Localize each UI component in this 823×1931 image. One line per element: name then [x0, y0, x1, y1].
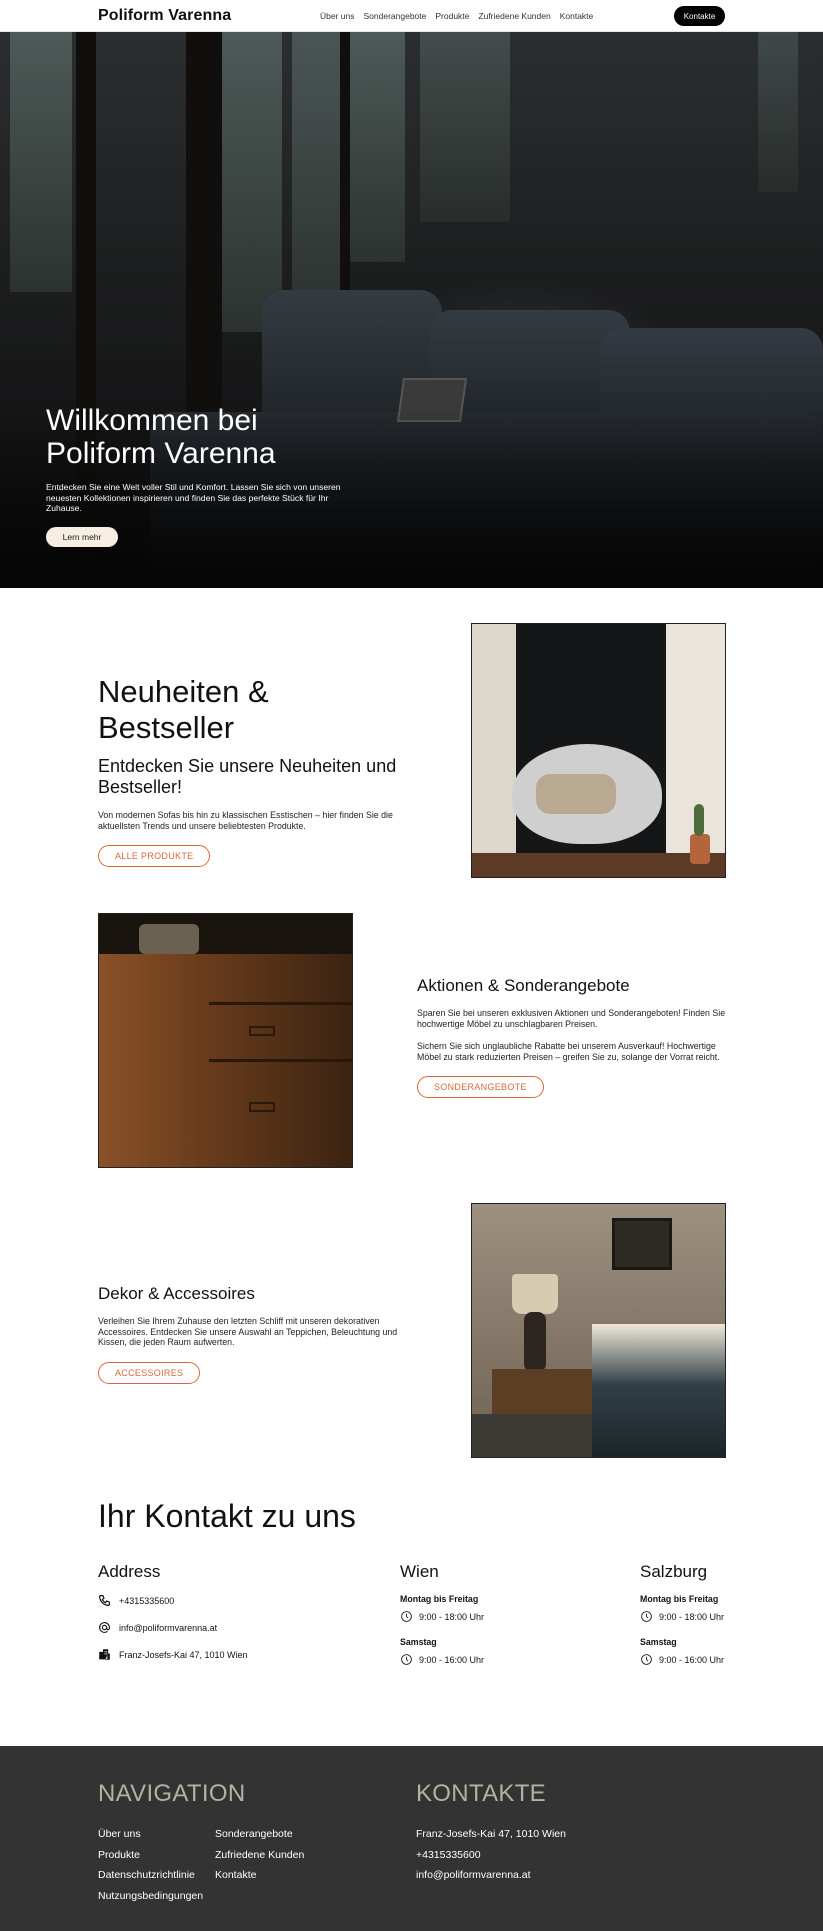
sale-text: Aktionen & Sonderangebote Sparen Sie bei…: [417, 976, 727, 1098]
new-products-text-body: Von modernen Sofas bis hin zu klassische…: [98, 810, 393, 831]
armchair-image: [471, 623, 726, 878]
footer-link-sonderangebote[interactable]: Sonderangebote: [215, 1828, 293, 1840]
bedroom-image: [471, 1203, 726, 1458]
footer-contact-heading: KONTAKTE: [416, 1780, 546, 1807]
building-icon: [99, 1649, 110, 1660]
hero-title-line-2: Poliform Varenna: [46, 437, 276, 470]
wien-saturday-hours: 9:00 - 16:00 Uhr: [419, 1654, 485, 1665]
salzburg-column: Salzburg Montag bis Freitag 9:00 - 18:00…: [640, 1562, 724, 1680]
clock-icon: [401, 1654, 412, 1665]
footer-link-ueber-uns[interactable]: Über uns: [98, 1828, 141, 1840]
salzburg-weekday-label: Montag bis Freitag: [640, 1594, 719, 1604]
wien-weekday-hours: 9:00 - 18:00 Uhr: [419, 1611, 485, 1622]
phone-icon: [99, 1595, 110, 1606]
clock-icon: [401, 1611, 412, 1622]
new-products-subtitle: Entdecken Sie unsere Neuheiten und Bests…: [98, 756, 397, 797]
contact-section: Ihr Kontakt zu uns Address +4315335600 i…: [0, 1458, 823, 1746]
special-offers-button[interactable]: SONDERANGEBOTE: [417, 1076, 544, 1098]
main-nav: Über uns Sonderangebote Produkte Zufried…: [320, 0, 593, 32]
decor-title: Dekor & Accessoires: [98, 1284, 255, 1303]
street-address: Franz-Josefs-Kai 47, 1010 Wien: [119, 1649, 248, 1660]
page: Poliform Varenna Über uns Sonderangebote…: [0, 0, 823, 1931]
footer-nav-heading: NAVIGATION: [98, 1780, 246, 1807]
hero-title-line-1: Willkommen bei: [46, 404, 258, 437]
nav-link-zufriedene-kunden[interactable]: Zufriedene Kunden: [478, 11, 550, 21]
nav-link-kontakte[interactable]: Kontakte: [560, 11, 594, 21]
new-products-section: Neuheiten & Bestseller Entdecken Sie uns…: [0, 588, 823, 878]
all-products-button[interactable]: ALLE PRODUKTE: [98, 845, 211, 867]
accessories-button[interactable]: ACCESSOIRES: [98, 1361, 201, 1384]
salzburg-weekday-hours: 9:00 - 18:00 Uhr: [659, 1611, 725, 1622]
hero-section: Willkommen bei Poliform Varenna Entdecke…: [0, 32, 823, 588]
site-header: Poliform Varenna Über uns Sonderangebote…: [0, 0, 823, 32]
learn-more-button[interactable]: Lern mehr: [46, 526, 118, 547]
street-row: Franz-Josefs-Kai 47, 1010 Wien: [98, 1648, 248, 1661]
wien-heading: Wien: [400, 1562, 439, 1581]
salzburg-heading: Salzburg: [640, 1562, 708, 1581]
nav-link-ueber-uns[interactable]: Über uns: [320, 11, 355, 21]
address-column: Address +4315335600 info@poliformvarenna…: [98, 1562, 248, 1675]
wien-weekday-label: Montag bis Freitag: [400, 1594, 479, 1604]
nav-link-produkte[interactable]: Produkte: [435, 11, 469, 21]
at-icon: [99, 1622, 110, 1633]
decor-text-body: Verleihen Sie Ihrem Zuhause den letzten …: [98, 1316, 398, 1347]
phone-row[interactable]: +4315335600: [98, 1594, 248, 1607]
footer-link-nutzungsbedingungen[interactable]: Nutzungsbedingungen: [98, 1890, 203, 1902]
new-products-title: Neuheiten & Bestseller: [98, 674, 269, 745]
email-address[interactable]: info@poliformvarenna.at: [119, 1623, 217, 1633]
wien-saturday-hours-row: 9:00 - 16:00 Uhr: [400, 1653, 484, 1666]
hero-description: Entdecken Sie eine Welt voller Stil und …: [46, 482, 341, 513]
clock-icon: [641, 1654, 652, 1665]
nav-link-sonderangebote[interactable]: Sonderangebote: [364, 11, 427, 21]
footer-address: Franz-Josefs-Kai 47, 1010 Wien: [416, 1828, 566, 1840]
hero-content: Willkommen bei Poliform Varenna Entdecke…: [46, 404, 366, 547]
footer-phone[interactable]: +4315335600: [416, 1849, 481, 1861]
footer-link-kontakte[interactable]: Kontakte: [215, 1869, 256, 1881]
sale-text-2: Sichern Sie sich unglaubliche Rabatte be…: [417, 1041, 720, 1062]
hero-title: Willkommen bei Poliform Varenna: [46, 404, 366, 470]
address-heading: Address: [98, 1562, 161, 1581]
email-row[interactable]: info@poliformvarenna.at: [98, 1621, 248, 1634]
salzburg-saturday-hours-row: 9:00 - 16:00 Uhr: [640, 1653, 724, 1666]
sale-text-1: Sparen Sie bei unseren exklusiven Aktion…: [417, 1008, 726, 1029]
wien-saturday-label: Samstag: [400, 1637, 437, 1647]
footer-link-datenschutz[interactable]: Datenschutzrichtlinie: [98, 1869, 195, 1881]
decor-section: Dekor & Accessoires Verleihen Sie Ihrem …: [0, 1168, 823, 1458]
dresser-image: [98, 913, 353, 1168]
decor-text: Dekor & Accessoires Verleihen Sie Ihrem …: [98, 1284, 408, 1384]
site-footer: NAVIGATION Über uns Sonderangebote Produ…: [0, 1746, 823, 1931]
phone-number[interactable]: +4315335600: [119, 1596, 174, 1606]
footer-email[interactable]: info@poliformvarenna.at: [416, 1869, 531, 1881]
salzburg-weekday-hours-row: 9:00 - 18:00 Uhr: [640, 1610, 724, 1623]
contact-title: Ihr Kontakt zu uns: [98, 1498, 356, 1534]
wien-weekday-hours-row: 9:00 - 18:00 Uhr: [400, 1610, 484, 1623]
new-products-text: Neuheiten & Bestseller Entdecken Sie uns…: [98, 674, 408, 867]
clock-icon: [641, 1611, 652, 1622]
sale-section: Aktionen & Sonderangebote Sparen Sie bei…: [0, 878, 823, 1168]
sale-title: Aktionen & Sonderangebote: [417, 976, 630, 995]
header-contact-button[interactable]: Kontakte: [674, 6, 725, 26]
salzburg-saturday-label: Samstag: [640, 1637, 677, 1647]
site-logo[interactable]: Poliform Varenna: [98, 7, 231, 25]
footer-link-zufriedene-kunden[interactable]: Zufriedene Kunden: [215, 1849, 304, 1861]
wien-column: Wien Montag bis Freitag 9:00 - 18:00 Uhr…: [400, 1562, 484, 1680]
salzburg-saturday-hours: 9:00 - 16:00 Uhr: [659, 1654, 725, 1665]
footer-link-produkte[interactable]: Produkte: [98, 1849, 140, 1861]
